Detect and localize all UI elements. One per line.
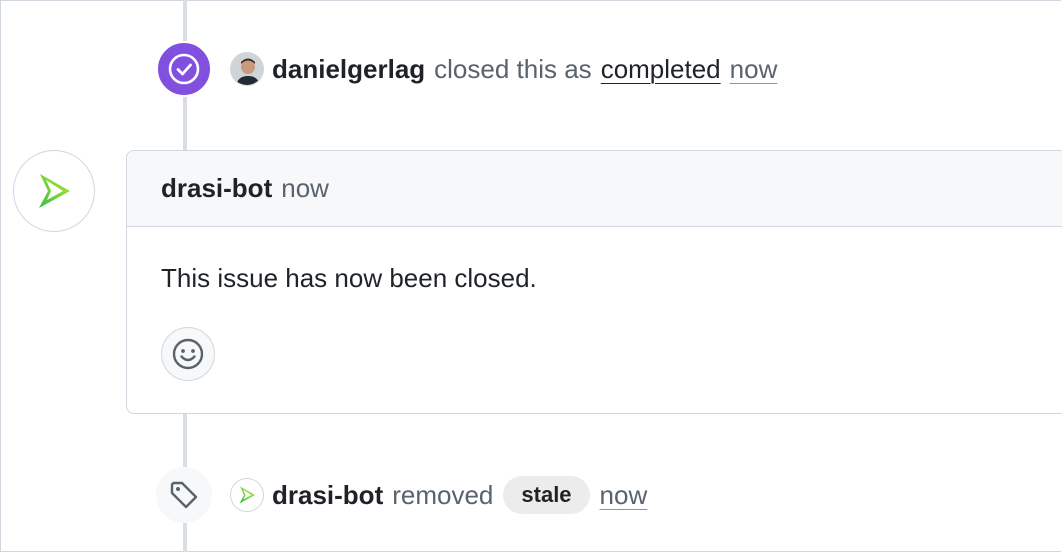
actor-link[interactable]: drasi-bot xyxy=(272,480,383,511)
event-action-text: removed xyxy=(392,479,494,510)
comment-author-link[interactable]: drasi-bot xyxy=(161,173,272,204)
check-circle-icon xyxy=(168,53,200,85)
drasi-logo-icon xyxy=(39,174,70,208)
label-event-badge xyxy=(156,467,212,523)
comment-header: drasi-bot now xyxy=(127,151,1062,227)
closed-event: danielgerlag closed this as completed no… xyxy=(156,40,777,98)
comment-card: drasi-bot now This issue has now been cl… xyxy=(126,150,1062,414)
close-reason-link[interactable]: completed xyxy=(601,54,721,85)
label-badge-stale[interactable]: stale xyxy=(503,476,590,514)
drasi-logo-icon xyxy=(239,486,255,504)
tag-icon xyxy=(170,481,198,509)
issue-closed-badge xyxy=(156,41,212,97)
avatar[interactable] xyxy=(13,150,95,232)
smiley-icon xyxy=(172,338,204,370)
event-action-text: closed this as xyxy=(434,53,592,84)
timestamp-link[interactable]: now xyxy=(730,54,778,85)
comment-body: This issue has now been closed. xyxy=(161,263,537,293)
comment-timestamp-link[interactable]: now xyxy=(281,173,329,204)
avatar[interactable] xyxy=(230,52,264,86)
label-event: drasi-bot removed stale now xyxy=(156,466,647,524)
avatar[interactable] xyxy=(230,478,264,512)
user-photo-icon xyxy=(231,53,263,85)
timestamp-link[interactable]: now xyxy=(600,480,648,511)
add-reaction-button[interactable] xyxy=(161,327,215,381)
actor-link[interactable]: danielgerlag xyxy=(272,54,425,85)
